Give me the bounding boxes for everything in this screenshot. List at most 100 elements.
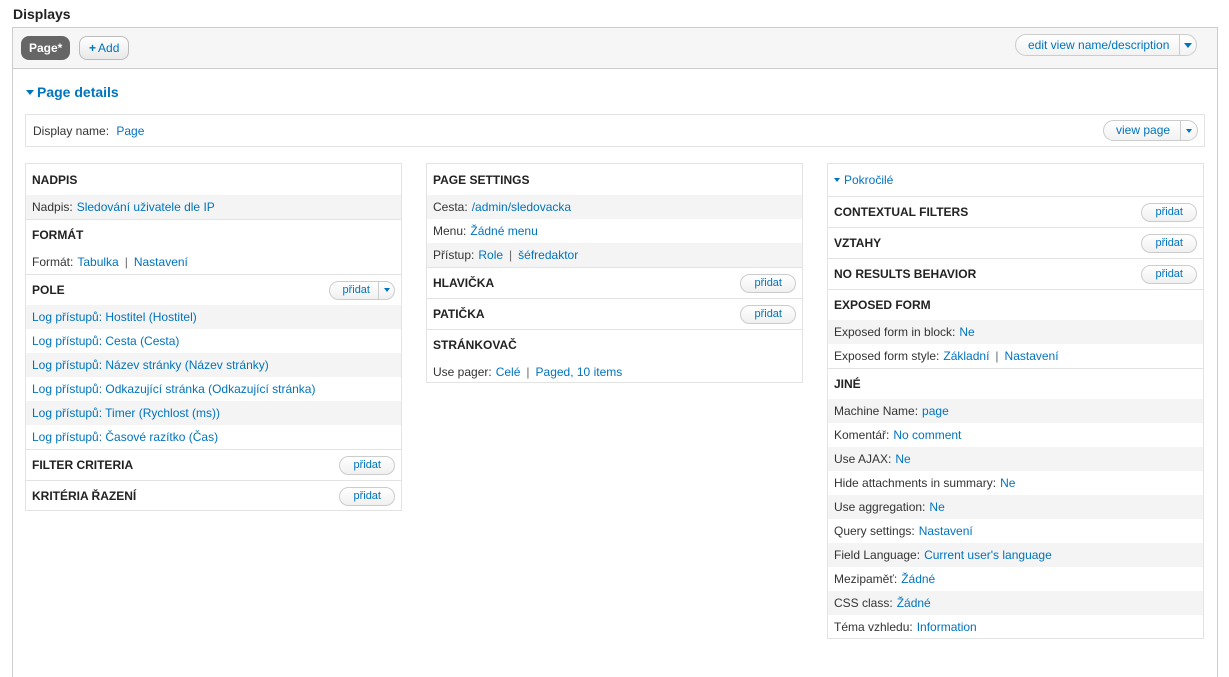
- exposed-style-label: Exposed form style:: [834, 349, 940, 363]
- menu-link[interactable]: Žádné menu: [470, 224, 537, 238]
- add-display-button[interactable]: + Add: [79, 36, 130, 60]
- display-name-link[interactable]: Page: [116, 124, 144, 138]
- other-row: Query settings: Nastavení: [828, 519, 1203, 543]
- format-link[interactable]: Tabulka: [77, 255, 118, 269]
- pager-row: Use pager: Celé | Paged, 10 items: [433, 365, 623, 379]
- section-pager-header: STRÁNKOVAČ: [427, 329, 802, 360]
- other-row: Mezipaměť: Žádné: [828, 567, 1203, 591]
- view-page-link[interactable]: view page: [1104, 121, 1180, 140]
- pager-options-link[interactable]: Paged, 10 items: [536, 365, 623, 379]
- chevron-down-icon: [383, 288, 390, 292]
- section-sort-heading: KRITÉRIA ŘAZENÍ: [32, 489, 137, 503]
- edit-view-dropbutton[interactable]: edit view name/description: [1015, 34, 1198, 56]
- other-link[interactable]: Current user's language: [924, 548, 1052, 562]
- pager-type-link[interactable]: Celé: [496, 365, 521, 379]
- add-relationship-button[interactable]: přidat: [1141, 233, 1197, 253]
- section-no-results-heading: NO RESULTS BEHAVIOR: [834, 267, 977, 281]
- menu-label: Menu:: [433, 224, 467, 238]
- section-format-header: FORMÁT: [26, 219, 401, 250]
- format-label: Formát:: [32, 255, 74, 269]
- tab-page[interactable]: Page*: [21, 36, 71, 60]
- page-details-heading: Page details: [37, 84, 119, 100]
- exposed-block-link[interactable]: Ne: [959, 325, 974, 339]
- other-row: Téma vzhledu: Information: [828, 615, 1203, 639]
- field-link[interactable]: Log přístupů: Název stránky (Název strán…: [32, 358, 269, 372]
- field-link[interactable]: Log přístupů: Timer (Rychlost (ms)): [32, 406, 220, 420]
- exposed-style-link[interactable]: Základní: [943, 349, 989, 363]
- section-contextual-header: CONTEXTUAL FILTERS přidat: [828, 196, 1203, 227]
- triangle-down-icon: [834, 178, 840, 182]
- page-details-toggle[interactable]: Page details: [26, 84, 119, 100]
- title-link[interactable]: Sledování uživatele dle IP: [77, 200, 215, 214]
- other-label: Hide attachments in summary:: [834, 476, 997, 490]
- dropbutton-toggle[interactable]: [378, 281, 394, 299]
- column-left: NADPIS Nadpis: Sledování uživatele dle IP…: [25, 163, 402, 511]
- section-format-heading: FORMÁT: [32, 228, 84, 242]
- section-header-header: HLAVIČKA přidat: [427, 267, 802, 298]
- field-link[interactable]: Log přístupů: Odkazující stránka (Odkazu…: [32, 382, 315, 396]
- section-title-header: NADPIS: [26, 164, 401, 195]
- other-link[interactable]: Ne: [929, 500, 944, 514]
- field-row: Log přístupů: Odkazující stránka (Odkazu…: [26, 377, 401, 401]
- other-link[interactable]: No comment: [893, 428, 961, 442]
- access-label: Přístup:: [433, 248, 475, 262]
- access-role-link[interactable]: šéfredaktor: [518, 248, 578, 262]
- other-label: Komentář:: [834, 428, 890, 442]
- display-name-bar: Display name: Page view page: [25, 114, 1205, 147]
- title-row: Nadpis: Sledování uživatele dle IP: [26, 195, 401, 219]
- section-pager-heading: STRÁNKOVAČ: [433, 338, 517, 352]
- section-other-header: JINÉ: [828, 368, 1203, 399]
- add-footer-button[interactable]: přidat: [740, 304, 796, 324]
- column-right: Pokročilé CONTEXTUAL FILTERS přidat VZTA…: [827, 163, 1204, 639]
- page-title: Displays: [13, 6, 71, 22]
- display-tabs-bar: Page* + Add edit view name/description: [13, 28, 1217, 69]
- other-label: Query settings:: [834, 524, 915, 538]
- other-label: CSS class:: [834, 596, 893, 610]
- section-footer-header: PATIČKA přidat: [427, 298, 802, 329]
- other-label: Field Language:: [834, 548, 921, 562]
- add-no-results-button[interactable]: přidat: [1141, 264, 1197, 284]
- path-label: Cesta:: [433, 200, 468, 214]
- add-field-button[interactable]: přidat: [330, 282, 378, 299]
- other-link[interactable]: Ne: [1000, 476, 1015, 490]
- other-link[interactable]: Žádné: [901, 572, 935, 586]
- other-row: Field Language: Current user's language: [828, 543, 1203, 567]
- add-contextual-button[interactable]: přidat: [1141, 202, 1197, 222]
- section-sort-header: KRITÉRIA ŘAZENÍ přidat: [26, 480, 401, 511]
- format-settings-link[interactable]: Nastavení: [134, 255, 188, 269]
- other-link[interactable]: Ne: [895, 452, 910, 466]
- section-other-heading: JINÉ: [834, 377, 861, 391]
- plus-icon: +: [89, 41, 97, 55]
- field-link[interactable]: Log přístupů: Hostitel (Hostitel): [32, 310, 197, 324]
- edit-view-name-link[interactable]: edit view name/description: [1016, 35, 1179, 55]
- dropbutton-toggle[interactable]: [1179, 35, 1196, 55]
- other-link[interactable]: Žádné: [897, 596, 931, 610]
- field-link[interactable]: Log přístupů: Cesta (Cesta): [32, 334, 179, 348]
- section-exposed-header: EXPOSED FORM: [828, 289, 1203, 320]
- other-row: Use AJAX: Ne: [828, 447, 1203, 471]
- other-link[interactable]: Information: [917, 620, 977, 634]
- other-link[interactable]: Nastavení: [919, 524, 973, 538]
- triangle-down-icon: [26, 89, 34, 95]
- dropbutton-toggle[interactable]: [1180, 121, 1197, 140]
- path-row: Cesta: /admin/sledovacka: [427, 195, 802, 219]
- field-link[interactable]: Log přístupů: Časové razítko (Čas): [32, 430, 218, 444]
- access-type-link[interactable]: Role: [478, 248, 503, 262]
- path-link[interactable]: /admin/sledovacka: [472, 200, 571, 214]
- add-header-button[interactable]: přidat: [740, 273, 796, 293]
- section-footer-heading: PATIČKA: [433, 307, 485, 321]
- add-sort-button[interactable]: přidat: [339, 486, 395, 506]
- section-relationships-header: VZTAHY přidat: [828, 227, 1203, 258]
- field-row: Log přístupů: Název stránky (Název strán…: [26, 353, 401, 377]
- access-row: Přístup: Role | šéfredaktor: [427, 243, 802, 267]
- exposed-style-settings-link[interactable]: Nastavení: [1005, 349, 1059, 363]
- other-row: Use aggregation: Ne: [828, 495, 1203, 519]
- view-page-dropbutton[interactable]: view page: [1103, 120, 1199, 141]
- advanced-toggle[interactable]: Pokročilé: [828, 164, 1203, 196]
- exposed-block-row: Exposed form in block: Ne: [828, 320, 1203, 344]
- column-middle: PAGE SETTINGS Cesta: /admin/sledovacka Me…: [426, 163, 803, 383]
- section-no-results-header: NO RESULTS BEHAVIOR přidat: [828, 258, 1203, 289]
- other-link[interactable]: page: [922, 404, 949, 418]
- add-field-dropbutton[interactable]: přidat: [329, 280, 395, 300]
- add-filter-button[interactable]: přidat: [339, 455, 395, 475]
